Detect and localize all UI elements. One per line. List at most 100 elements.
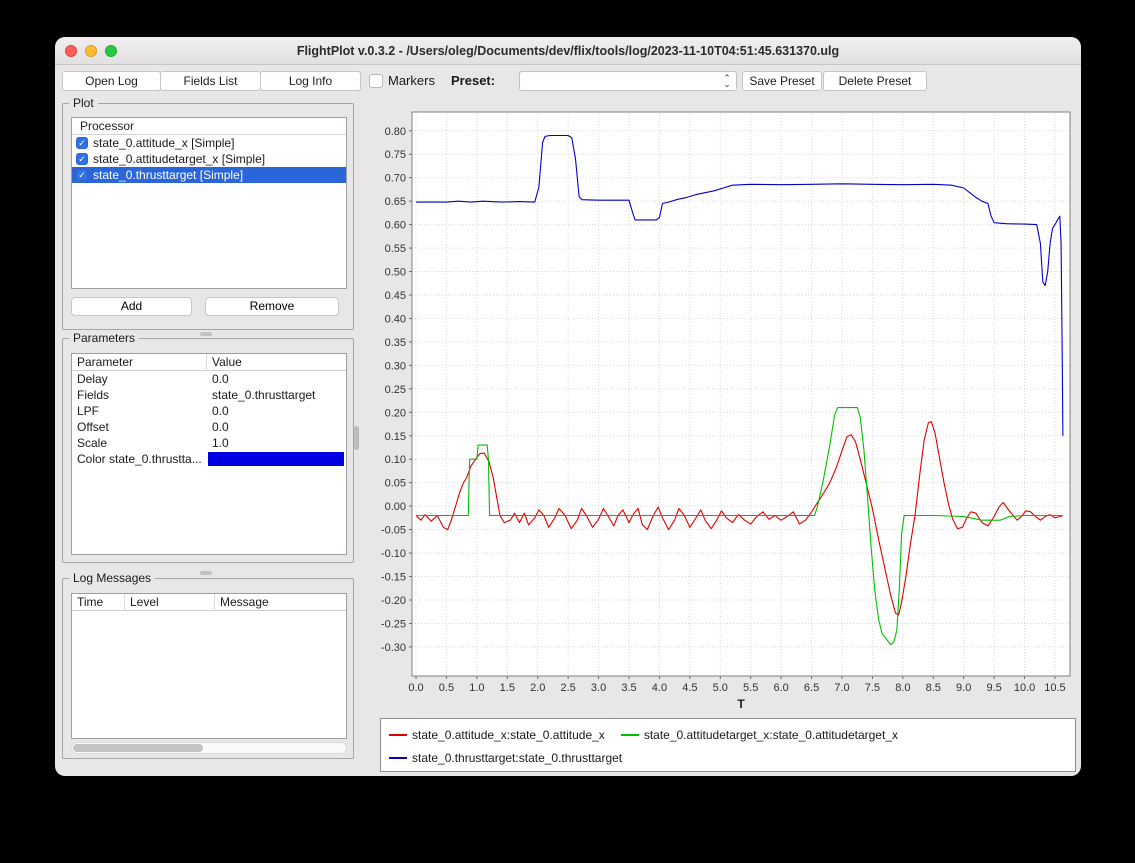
remove-button[interactable]: Remove — [205, 297, 339, 316]
fields-list-button[interactable]: Fields List — [160, 71, 261, 91]
column-header-time[interactable]: Time — [72, 594, 125, 610]
color-swatch[interactable] — [208, 452, 344, 466]
parameter-name-cell: Scale — [72, 435, 207, 451]
svg-text:-0.25: -0.25 — [381, 618, 406, 630]
legend-entry: state_0.attitudetarget_x:state_0.attitud… — [621, 725, 898, 745]
parameters-table-header: Parameter Value — [72, 354, 346, 371]
parameter-value-cell: 0.0 — [207, 371, 346, 387]
svg-text:-0.20: -0.20 — [381, 595, 406, 607]
legend-entry: state_0.thrusttarget:state_0.thrusttarge… — [389, 748, 622, 768]
parameter-row[interactable]: Color state_0.thrustta... — [72, 451, 346, 467]
svg-text:-0.10: -0.10 — [381, 548, 406, 560]
vertical-splitter-handle[interactable] — [354, 426, 359, 450]
chart-panel: 0.00.51.01.52.02.53.03.54.04.55.05.56.06… — [360, 100, 1076, 768]
markers-checkbox[interactable] — [369, 74, 383, 88]
svg-text:0.0: 0.0 — [408, 682, 423, 694]
processor-list-item[interactable]: ✓ state_0.attitudetarget_x [Simple] — [72, 151, 346, 167]
svg-text:0.15: 0.15 — [385, 431, 406, 443]
scrollbar-thumb[interactable] — [73, 744, 203, 752]
horizontal-scrollbar[interactable] — [71, 742, 347, 754]
flightplot-window: FlightPlot v.0.3.2 - /Users/oleg/Documen… — [55, 37, 1081, 776]
svg-text:0.50: 0.50 — [385, 267, 406, 279]
svg-text:0.75: 0.75 — [385, 149, 406, 161]
legend-label: state_0.attitudetarget_x:state_0.attitud… — [644, 725, 898, 745]
add-button[interactable]: Add — [71, 297, 192, 316]
combo-stepper-icon: ⌃ ⌄ — [719, 73, 735, 89]
processor-item-label: state_0.attitudetarget_x [Simple] — [93, 152, 265, 166]
svg-text:4.5: 4.5 — [682, 682, 697, 694]
log-messages-panel: Log Messages Time Level Message — [62, 578, 354, 759]
legend-line-sample — [389, 757, 407, 759]
log-messages-table[interactable]: Time Level Message — [71, 593, 347, 739]
svg-text:0.65: 0.65 — [385, 196, 406, 208]
parameters-panel-title: Parameters — [69, 331, 139, 345]
svg-text:0.60: 0.60 — [385, 220, 406, 232]
processor-item-label: state_0.thrusttarget [Simple] — [93, 168, 243, 182]
svg-text:0.30: 0.30 — [385, 360, 406, 372]
column-header-parameter[interactable]: Parameter — [72, 354, 207, 370]
item-checkbox[interactable]: ✓ — [76, 153, 88, 165]
parameter-value-cell: 0.0 — [207, 419, 346, 435]
chevron-down-icon: ⌄ — [723, 81, 731, 87]
svg-text:0.5: 0.5 — [439, 682, 454, 694]
open-log-button[interactable]: Open Log — [62, 71, 161, 91]
parameters-table-body: Delay0.0Fieldsstate_0.thrusttargetLPF0.0… — [72, 371, 346, 467]
markers-label: Markers — [388, 73, 435, 88]
svg-text:9.0: 9.0 — [956, 682, 971, 694]
item-checkbox[interactable]: ✓ — [76, 137, 88, 149]
preset-label: Preset: — [451, 73, 495, 88]
svg-text:0.05: 0.05 — [385, 478, 406, 490]
parameter-name-cell: Offset — [72, 419, 207, 435]
svg-text:0.55: 0.55 — [385, 243, 406, 255]
processor-list[interactable]: Processor ✓state_0.attitude_x [Simple]✓s… — [71, 117, 347, 289]
svg-text:T: T — [737, 697, 745, 711]
window-title: FlightPlot v.0.3.2 - /Users/oleg/Documen… — [55, 37, 1081, 65]
svg-text:0.20: 0.20 — [385, 407, 406, 419]
svg-text:10.5: 10.5 — [1044, 682, 1065, 694]
delete-preset-button[interactable]: Delete Preset — [823, 71, 927, 91]
column-header-value[interactable]: Value — [207, 354, 346, 370]
log-info-button[interactable]: Log Info — [260, 71, 361, 91]
parameters-table[interactable]: Parameter Value Delay0.0Fieldsstate_0.th… — [71, 353, 347, 555]
parameter-row[interactable]: LPF0.0 — [72, 403, 346, 419]
svg-text:0.80: 0.80 — [385, 126, 406, 138]
flight-data-chart[interactable]: 0.00.51.01.52.02.53.03.54.04.55.05.56.06… — [360, 100, 1076, 716]
plot-panel: Plot Processor ✓state_0.attitude_x [Simp… — [62, 103, 354, 330]
parameter-row[interactable]: Scale1.0 — [72, 435, 346, 451]
parameter-row[interactable]: Delay0.0 — [72, 371, 346, 387]
svg-text:9.5: 9.5 — [986, 682, 1001, 694]
parameters-panel: Parameters Parameter Value Delay0.0Field… — [62, 338, 354, 563]
svg-text:0.00: 0.00 — [385, 501, 406, 513]
parameter-row[interactable]: Offset0.0 — [72, 419, 346, 435]
item-checkbox[interactable]: ✓ — [76, 169, 88, 181]
svg-text:0.35: 0.35 — [385, 337, 406, 349]
log-messages-panel-title: Log Messages — [69, 571, 155, 585]
processor-list-item[interactable]: ✓ state_0.attitude_x [Simple] — [72, 135, 346, 151]
parameter-value-cell: state_0.thrusttarget — [207, 387, 346, 403]
plot-panel-title: Plot — [69, 96, 98, 110]
legend-label: state_0.attitude_x:state_0.attitude_x — [412, 725, 605, 745]
titlebar[interactable]: FlightPlot v.0.3.2 - /Users/oleg/Documen… — [55, 37, 1081, 65]
column-header-level[interactable]: Level — [125, 594, 215, 610]
splitter-handle[interactable] — [200, 332, 212, 336]
parameter-name-cell: Color state_0.thrustta... — [72, 451, 207, 467]
save-preset-button[interactable]: Save Preset — [742, 71, 822, 91]
svg-text:2.0: 2.0 — [530, 682, 545, 694]
svg-text:6.5: 6.5 — [804, 682, 819, 694]
svg-text:1.5: 1.5 — [500, 682, 515, 694]
processor-list-item[interactable]: ✓ state_0.thrusttarget [Simple] — [72, 167, 346, 183]
preset-combobox[interactable]: ⌃ ⌄ — [519, 71, 737, 91]
svg-text:0.25: 0.25 — [385, 384, 406, 396]
svg-text:8.0: 8.0 — [895, 682, 910, 694]
svg-text:-0.30: -0.30 — [381, 642, 406, 654]
splitter-handle[interactable] — [200, 571, 212, 575]
processor-item-label: state_0.attitude_x [Simple] — [93, 136, 234, 150]
parameter-name-cell: Delay — [72, 371, 207, 387]
svg-text:-0.15: -0.15 — [381, 572, 406, 584]
column-header-message[interactable]: Message — [215, 594, 346, 610]
svg-text:8.5: 8.5 — [926, 682, 941, 694]
legend-entry: state_0.attitude_x:state_0.attitude_x — [389, 725, 605, 745]
svg-text:2.5: 2.5 — [560, 682, 575, 694]
parameter-row[interactable]: Fieldsstate_0.thrusttarget — [72, 387, 346, 403]
svg-text:10.0: 10.0 — [1014, 682, 1035, 694]
